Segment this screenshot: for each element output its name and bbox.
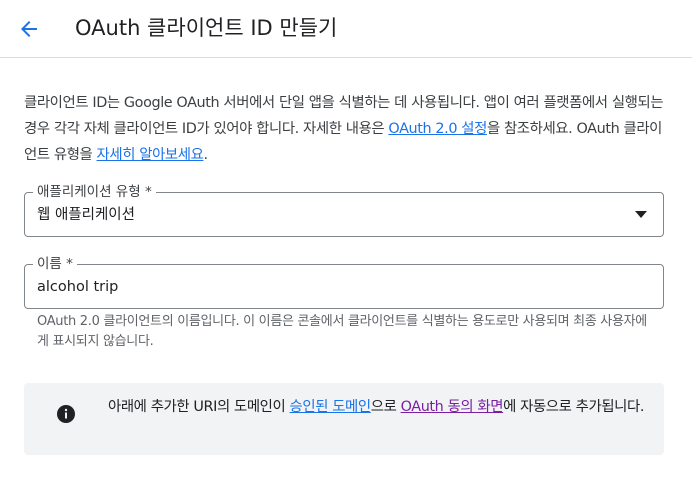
page-title: OAuth 클라이언트 ID 만들기 [75, 16, 338, 40]
name-value: alcohol trip [37, 279, 119, 295]
oauth-setup-link[interactable]: OAuth 2.0 설정 [388, 121, 487, 137]
intro-text-part: . [203, 147, 208, 163]
notice-text-part: 에 자동으로 추가됩니다. [503, 399, 645, 415]
application-type-label: 애플리케이션 유형 * [33, 183, 156, 201]
name-input[interactable]: 이름 * alcohol trip [24, 255, 664, 309]
notice-text-part: 아래에 추가한 URI의 도메인이 [108, 399, 290, 415]
dropdown-arrow-icon [635, 211, 647, 218]
arrow-back-icon [21, 21, 37, 37]
consent-screen-link[interactable]: OAuth 동의 화면 [401, 399, 504, 415]
name-label: 이름 * [33, 255, 77, 273]
page-header: OAuth 클라이언트 ID 만들기 [0, 0, 692, 58]
notice-text-part: 으로 [370, 399, 401, 415]
application-type-select[interactable]: 애플리케이션 유형 * 웹 애플리케이션 [24, 183, 664, 237]
domain-notice: 아래에 추가한 URI의 도메인이 승인된 도메인으로 OAuth 동의 화면에… [24, 383, 664, 455]
info-icon [57, 405, 75, 423]
notice-text: 아래에 추가한 URI의 도메인이 승인된 도메인으로 OAuth 동의 화면에… [108, 394, 648, 420]
learn-more-link[interactable]: 자세히 알아보세요 [97, 147, 204, 163]
authorized-domains-link[interactable]: 승인된 도메인 [290, 399, 372, 415]
application-type-value: 웹 애플리케이션 [37, 207, 135, 223]
name-hint: OAuth 2.0 클라이언트의 이름입니다. 이 이름은 콘솔에서 클라이언트… [37, 314, 647, 349]
back-button[interactable] [14, 14, 44, 44]
intro-text: 클라이언트 ID는 Google OAuth 서버에서 단일 앱을 식별하는 데… [24, 90, 664, 168]
